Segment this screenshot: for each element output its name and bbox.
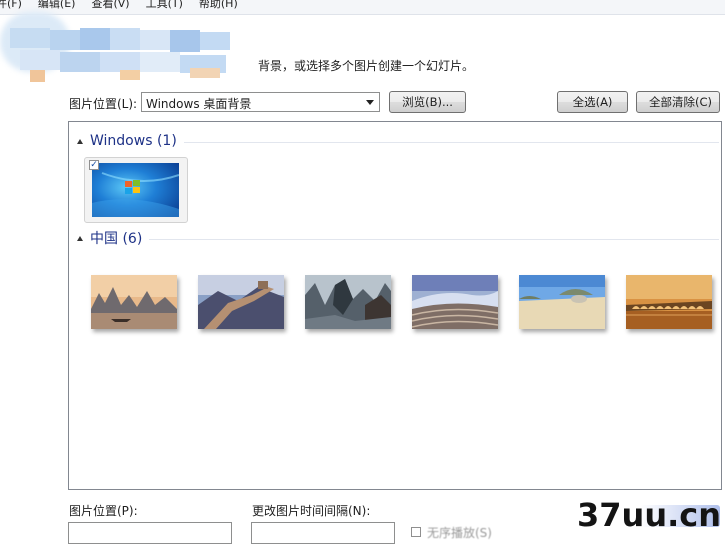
group-title: 中国 (6) — [90, 231, 143, 247]
clear-all-button[interactable]: 全部清除(C) — [636, 91, 720, 113]
group-header-windows[interactable]: Windows (1) — [69, 132, 177, 150]
picture-gallery[interactable]: Windows (1) ✓ 中国 (6) — [68, 121, 722, 490]
redaction-blur — [0, 10, 250, 85]
shuffle-label: 无序播放(S) — [427, 526, 492, 540]
windows7-wallpaper-image — [92, 163, 180, 217]
instruction-text: 背景，或选择多个图片创建一个幻灯片。 — [258, 59, 475, 73]
wallpaper-checkbox[interactable]: ✓ — [89, 160, 99, 170]
collapse-caret-icon[interactable] — [77, 138, 83, 144]
wallpaper-thumbnail-beach[interactable] — [519, 275, 605, 329]
browse-button[interactable]: 浏览(B)... — [389, 91, 466, 113]
group-divider — [184, 142, 719, 143]
picture-position-label: 图片位置(P): — [69, 504, 138, 518]
shuffle-checkbox[interactable] — [411, 527, 421, 537]
wallpaper-thumbnail-guilin[interactable] — [91, 275, 177, 329]
wallpaper-thumbnail-bridge[interactable] — [626, 275, 712, 329]
location-dropdown-value: Windows 桌面背景 — [146, 97, 252, 111]
group-divider — [149, 239, 719, 240]
select-all-button[interactable]: 全选(A) — [557, 91, 628, 113]
wallpaper-thumbnail-terraces[interactable] — [412, 275, 498, 329]
wallpaper-thumbnail-mountains[interactable] — [305, 275, 391, 329]
location-dropdown[interactable]: Windows 桌面背景 — [141, 92, 380, 112]
wallpaper-thumbnail-selected[interactable]: ✓ — [84, 157, 188, 223]
location-label: 图片位置(L): — [69, 97, 138, 111]
chevron-down-icon — [366, 100, 374, 105]
collapse-caret-icon[interactable] — [77, 235, 83, 241]
interval-label: 更改图片时间间隔(N): — [252, 504, 371, 518]
group-header-china[interactable]: 中国 (6) — [69, 229, 142, 247]
watermark-logo: 37uu.cn — [577, 496, 721, 534]
group-title: Windows (1) — [90, 133, 177, 149]
wallpaper-thumbnail-great-wall[interactable] — [198, 275, 284, 329]
